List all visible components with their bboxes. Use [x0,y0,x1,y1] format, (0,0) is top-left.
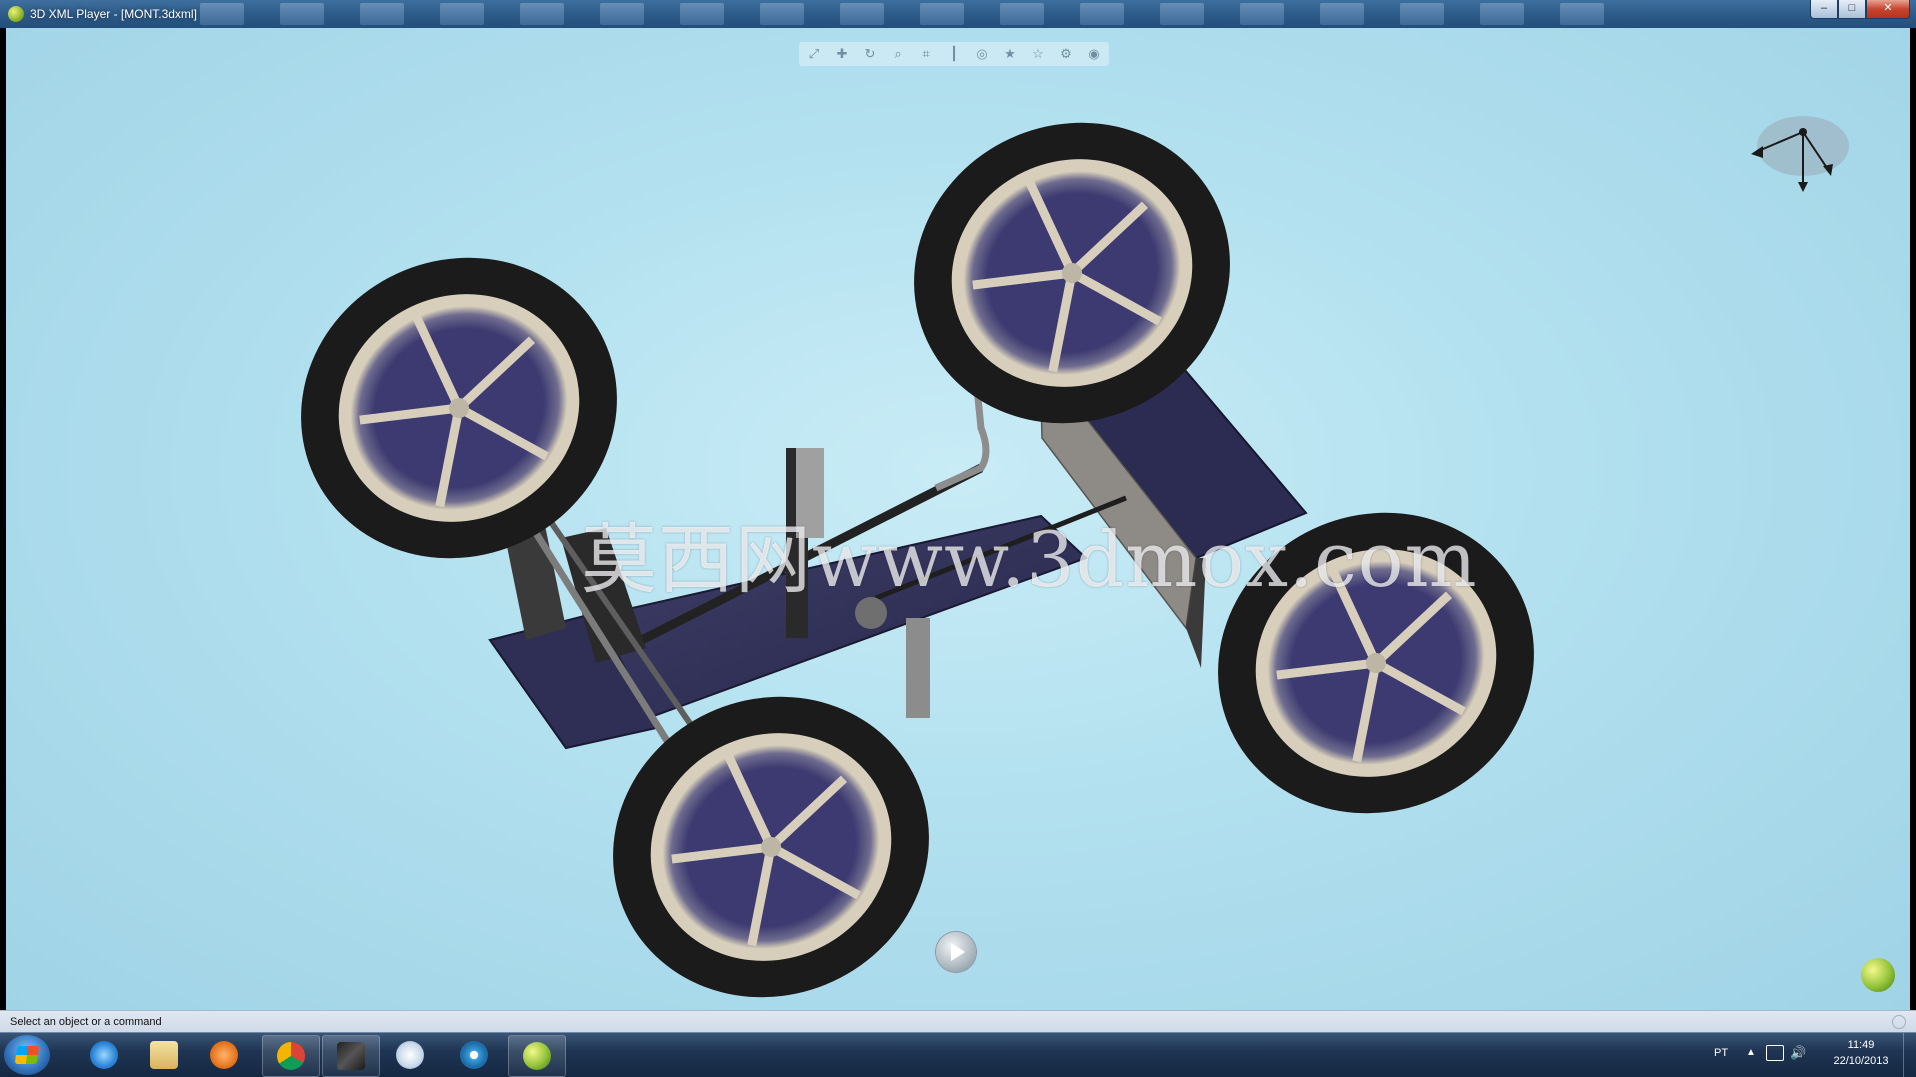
section-icon[interactable]: ┃ [943,43,965,65]
zoom-area-icon[interactable]: ⌗ [915,43,937,65]
play-button[interactable] [936,932,976,972]
status-message: Select an object or a command [10,1016,162,1028]
3d-viewport[interactable]: ⤢ ✚ ↻ ⌕ ⌗ ┃ ◎ ★ ☆ ⚙ ◉ 莫西网www.3dmox.com [6,28,1910,1010]
watermark: 莫西网www.3dmox.com [581,515,1478,604]
window-title: 3D XML Player - [MONT.3dxml] [30,7,197,21]
taskbar-app-paint[interactable] [382,1035,438,1075]
compass-icon[interactable] [1741,106,1851,198]
close-button[interactable]: ✕ [1866,0,1910,19]
minimize-button[interactable]: – [1810,0,1838,19]
system-tray: PT ▲ 🔊 11:49 22/10/2013 [1696,1033,1916,1077]
paint-icon [396,1041,424,1069]
title-bar: 3D XML Player - [MONT.3dxml] – □ ✕ [0,0,1916,28]
language-indicator[interactable]: PT [1714,1047,1728,1059]
network-app-icon [460,1041,488,1069]
tray-expand-icon[interactable]: ▲ [1746,1047,1756,1058]
taskbar-app-3dxml-player[interactable] [508,1035,566,1077]
background-thumbnails [200,3,1770,25]
rotate-icon[interactable]: ↻ [859,43,881,65]
volume-icon[interactable]: 🔊 [1790,1045,1806,1061]
taskbar-app-internet-explorer[interactable] [76,1035,132,1075]
3d-modeler-icon [337,1042,365,1070]
windows-logo-icon [14,1046,40,1064]
taskbar-app-chrome[interactable] [262,1035,320,1077]
folder-icon [150,1041,178,1069]
star-icon[interactable]: ★ [999,43,1021,65]
status-bar: Select an object or a command [0,1010,1916,1033]
zoom-icon[interactable]: ⌕ [887,43,909,65]
maximize-button[interactable]: □ [1838,0,1866,19]
pan-icon[interactable]: ✚ [831,43,853,65]
network-icon[interactable] [1766,1045,1784,1061]
3dxml-player-icon [523,1042,551,1070]
favorite-icon[interactable]: ☆ [1027,43,1049,65]
start-button[interactable] [4,1035,50,1075]
taskbar-app-network[interactable] [446,1035,502,1075]
taskbar-app-file-explorer[interactable] [136,1035,192,1075]
more-icon[interactable]: ◉ [1083,43,1105,65]
settings-icon[interactable]: ⚙ [1055,43,1077,65]
3dxml-logo [1861,958,1895,992]
shock-absorber [906,618,930,718]
chrome-icon [277,1042,305,1070]
show-desktop-button[interactable] [1903,1033,1916,1077]
taskbar: PT ▲ 🔊 11:49 22/10/2013 [0,1032,1916,1077]
clock-time[interactable]: 11:49 [1826,1039,1896,1051]
app-icon [8,6,24,22]
taskbar-app-media-player[interactable] [196,1035,252,1075]
internet-explorer-icon [90,1041,118,1069]
fit-all-icon[interactable]: ⤢ [803,43,825,65]
media-player-icon [210,1041,238,1069]
resize-grip-icon[interactable] [1892,1015,1906,1029]
clock-date[interactable]: 22/10/2013 [1826,1055,1896,1067]
view-icon[interactable]: ◎ [971,43,993,65]
view-toolbar: ⤢ ✚ ↻ ⌕ ⌗ ┃ ◎ ★ ☆ ⚙ ◉ [799,42,1109,66]
taskbar-app-3d-modeler[interactable] [322,1035,380,1077]
